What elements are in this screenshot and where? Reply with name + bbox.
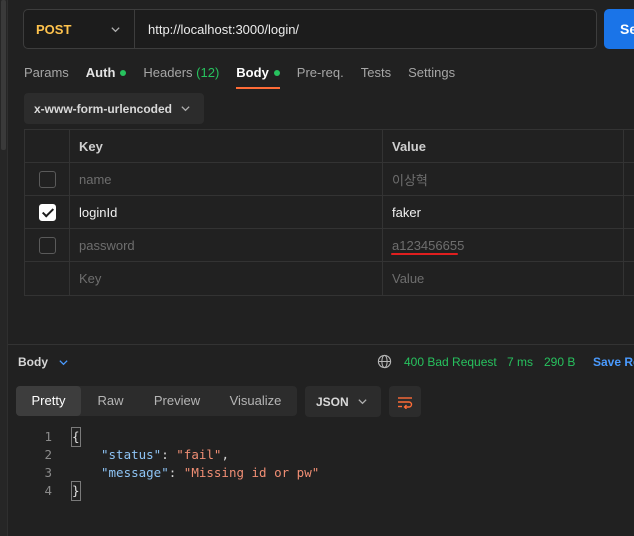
row-value-password[interactable]: a123456655 — [383, 229, 624, 261]
line-number: 4 — [44, 483, 52, 498]
row-key-loginid[interactable]: loginId — [70, 196, 383, 228]
response-bar: Body 400 Bad Request 7 ms 290 B Save Re — [18, 353, 634, 373]
tab-params[interactable]: Params — [24, 63, 69, 89]
tab-pretty[interactable]: Pretty — [16, 386, 81, 416]
json-key: "message" — [101, 465, 169, 480]
open-brace: { — [71, 427, 81, 447]
left-scrollbar[interactable] — [0, 0, 8, 536]
row-checkbox-loginid[interactable] — [38, 203, 56, 221]
send-button[interactable]: Se — [604, 9, 634, 49]
headers-count: (12) — [196, 65, 220, 80]
response-code-view[interactable]: 1 { 2 "status": "fail", 3 "message": "Mi… — [30, 427, 319, 501]
tab-raw[interactable]: Raw — [81, 386, 140, 416]
response-body-label[interactable]: Body — [18, 355, 48, 369]
auth-status-dot — [120, 69, 127, 76]
request-url-bar: POST http://localhost:3000/login/ — [23, 9, 597, 49]
wrap-lines-button[interactable] — [389, 386, 421, 417]
table-row: password a123456655 — [25, 229, 634, 262]
response-view-tabs: Pretty Raw Preview Visualize — [16, 386, 297, 416]
tab-pre-request-label: Pre-req. — [296, 65, 344, 80]
table-header-row: Key Value — [25, 130, 634, 163]
form-params-table: Key Value name 이상혁 loginId faker passwor… — [24, 129, 634, 296]
code-line: 2 "status": "fail", — [30, 446, 319, 464]
row-key-password[interactable]: password — [70, 229, 383, 261]
chevron-down-icon — [111, 26, 120, 32]
wrap-lines-icon — [398, 396, 413, 409]
json-trail: , — [221, 447, 229, 462]
table-row-new: Key Value — [25, 262, 634, 295]
chevron-down-icon[interactable] — [58, 357, 69, 368]
save-response-button[interactable]: Save Re — [593, 355, 634, 369]
red-underline-annotation — [391, 253, 458, 255]
tab-settings[interactable]: Settings — [408, 63, 455, 89]
response-time[interactable]: 7 ms — [507, 355, 533, 369]
line-number: 2 — [44, 447, 52, 462]
method-label: POST — [36, 21, 72, 37]
chevron-down-icon — [181, 106, 190, 112]
json-value: "fail" — [176, 447, 222, 462]
line-number: 3 — [44, 465, 52, 480]
tab-headers[interactable]: Headers (12) — [143, 63, 219, 89]
table-row: name 이상혁 — [25, 163, 634, 196]
tab-tests[interactable]: Tests — [361, 63, 391, 89]
format-label: JSON — [316, 394, 349, 409]
response-status[interactable]: 400 Bad Request — [404, 355, 497, 369]
tab-settings-label: Settings — [408, 65, 456, 80]
method-select[interactable]: POST — [24, 10, 135, 48]
tab-pre-request[interactable]: Pre-req. — [297, 63, 344, 89]
code-line: 4 } — [30, 481, 319, 501]
row-value-password-text: a123456655 — [392, 237, 465, 253]
response-size[interactable]: 290 B — [544, 355, 575, 369]
row-key-name[interactable]: name — [70, 163, 383, 195]
body-type-label: x-www-form-urlencoded — [34, 101, 173, 116]
tab-preview[interactable]: Preview — [140, 386, 214, 416]
url-input[interactable]: http://localhost:3000/login/ — [135, 22, 596, 37]
table-row: loginId faker — [25, 196, 634, 229]
row-checkbox-name[interactable] — [38, 170, 56, 188]
line-number: 1 — [44, 429, 52, 444]
close-brace: } — [71, 481, 81, 501]
format-select[interactable]: JSON — [305, 386, 381, 417]
json-value: "Missing id or pw" — [183, 465, 320, 480]
chevron-down-icon — [358, 399, 367, 405]
tab-body[interactable]: Body — [236, 63, 280, 89]
column-header-value: Value — [383, 130, 624, 162]
row-checkbox-password[interactable] — [38, 236, 56, 254]
scrollbar-thumb[interactable] — [1, 0, 6, 150]
json-key: "status" — [101, 447, 162, 462]
body-type-select[interactable]: x-www-form-urlencoded — [24, 93, 204, 124]
pane-divider[interactable] — [8, 344, 634, 345]
tab-visualize[interactable]: Visualize — [214, 386, 297, 416]
tab-auth-label: Auth — [85, 65, 116, 80]
tab-auth[interactable]: Auth — [86, 63, 127, 89]
tab-headers-label: Headers — [143, 65, 193, 80]
header-check-cell — [25, 130, 70, 162]
tab-body-label: Body — [236, 65, 269, 80]
globe-icon[interactable] — [377, 354, 392, 369]
tab-tests-label: Tests — [360, 65, 392, 80]
code-line: 3 "message": "Missing id or pw" — [30, 464, 319, 482]
new-value-placeholder[interactable]: Value — [383, 262, 624, 295]
body-status-dot — [273, 69, 280, 76]
code-line: 1 { — [30, 427, 319, 447]
tab-params-label: Params — [24, 65, 69, 80]
row-value-loginid[interactable]: faker — [383, 196, 624, 228]
request-tabs: Params Auth Headers (12) Body Pre-req. T… — [24, 63, 472, 89]
column-header-key: Key — [70, 130, 383, 162]
row-value-name[interactable]: 이상혁 — [383, 163, 624, 195]
new-key-placeholder[interactable]: Key — [70, 262, 383, 295]
